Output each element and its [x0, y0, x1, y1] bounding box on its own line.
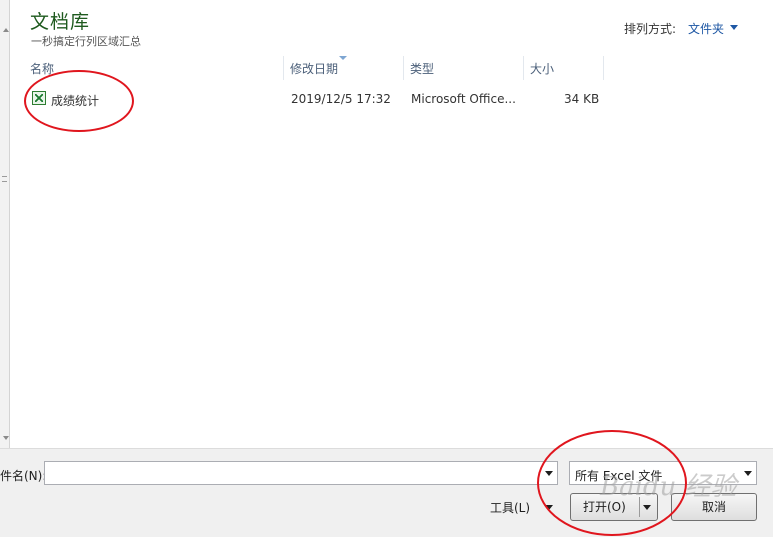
left-pane-scrollbar[interactable] [0, 0, 10, 448]
filter-dropdown[interactable] [740, 462, 756, 484]
column-header-size[interactable]: 大小 [524, 56, 604, 80]
red-annotation-circle [24, 70, 134, 132]
filename-label: 件名(N): [0, 469, 47, 483]
library-title: 文档库 [30, 11, 91, 33]
file-date: 2019/12/5 17:32 [291, 92, 391, 106]
chevron-down-icon[interactable] [730, 25, 738, 30]
file-size: 34 KB [564, 92, 600, 106]
column-header-date[interactable]: 修改日期 [284, 56, 404, 80]
filename-input[interactable] [44, 461, 558, 485]
arrange-by-dropdown[interactable]: 文件夹 [688, 20, 724, 37]
scroll-up-icon[interactable] [3, 28, 9, 32]
library-subtitle: 一秒搞定行列区域汇总 [31, 35, 141, 48]
scroll-thumb-grip[interactable] [2, 176, 7, 182]
scroll-down-icon[interactable] [3, 436, 9, 440]
arrange-by-label: 排列方式: [624, 22, 677, 36]
red-annotation-circle [537, 430, 687, 536]
tools-menu[interactable]: 工具(L) [490, 499, 530, 516]
chevron-down-icon[interactable] [744, 470, 752, 476]
column-header-type[interactable]: 类型 [404, 56, 524, 80]
file-type: Microsoft Office... [411, 92, 516, 106]
